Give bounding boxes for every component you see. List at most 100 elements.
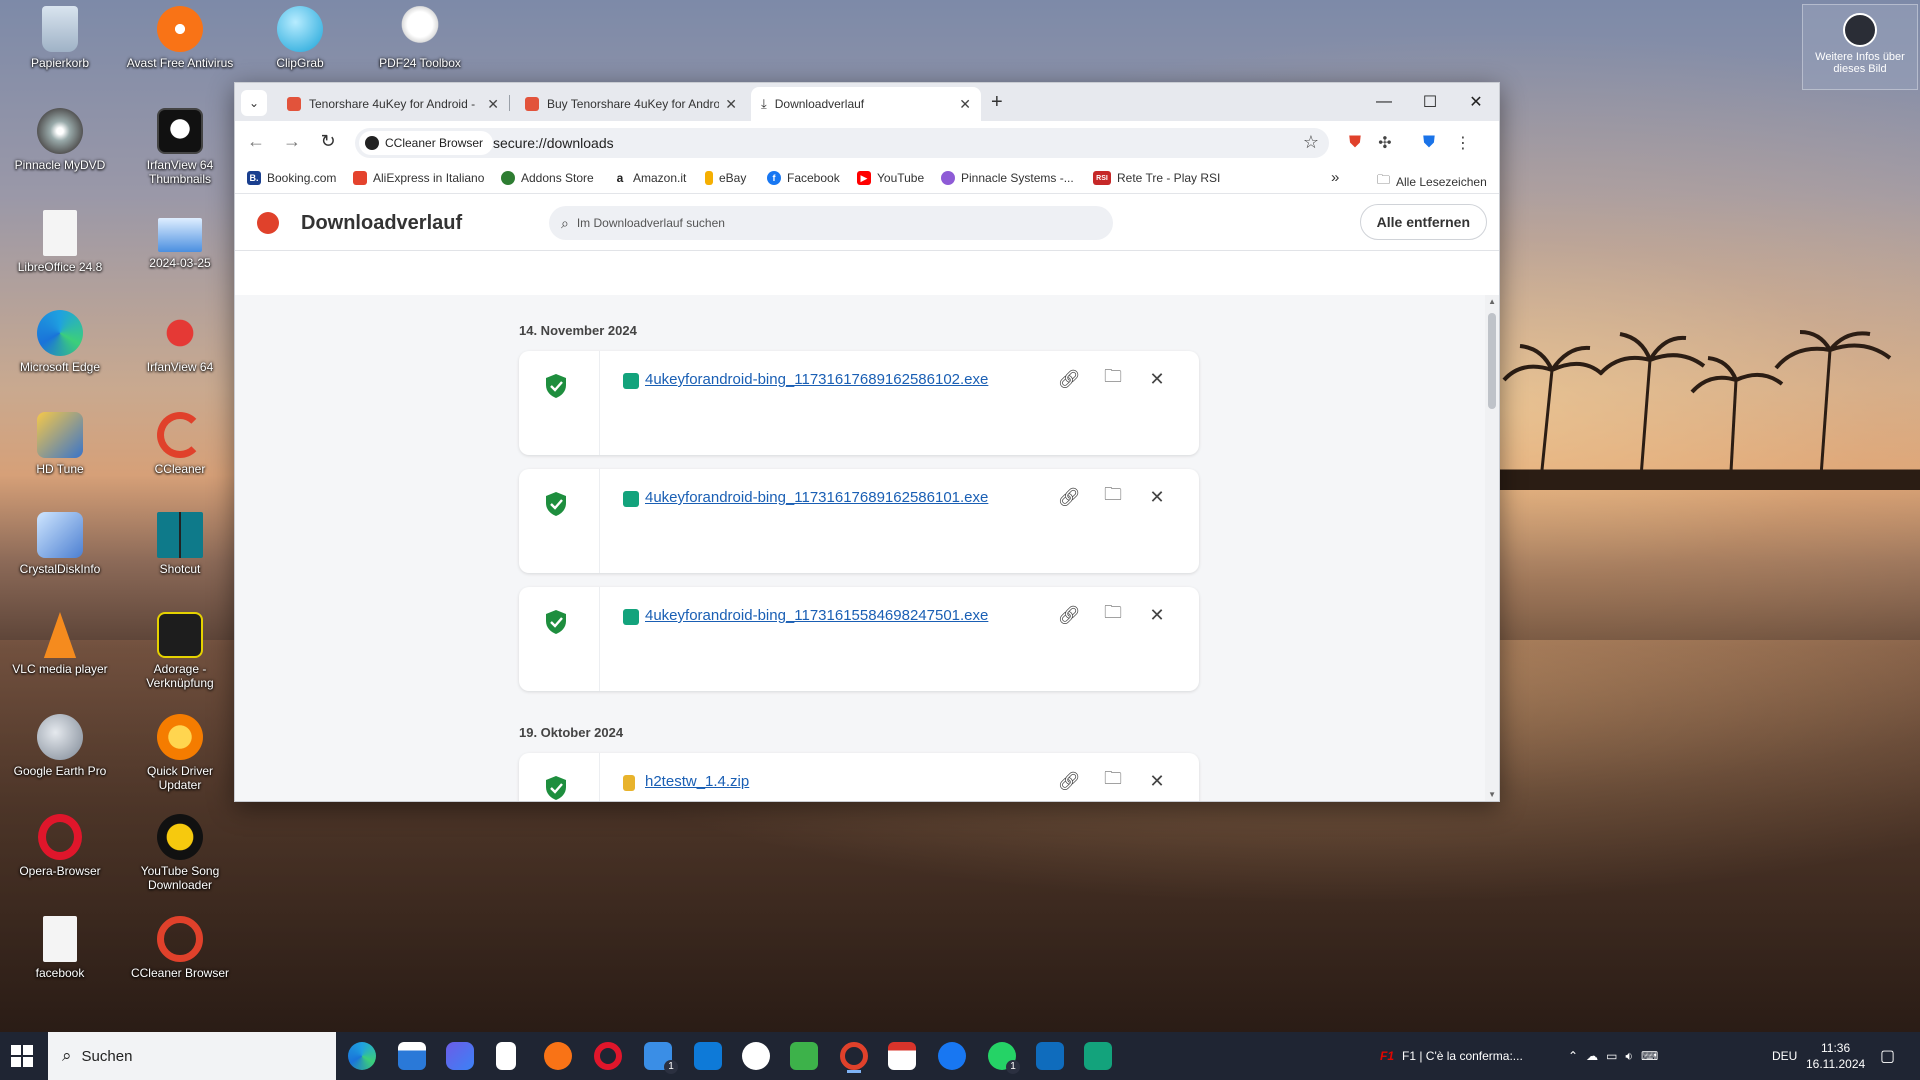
desktop-icon-irfanview[interactable]: IrfanView 64 (124, 310, 236, 374)
back-button[interactable]: ← (243, 131, 269, 152)
taskbar-teamviewer-icon[interactable] (694, 1042, 722, 1070)
url-text[interactable]: secure://downloads (493, 135, 614, 151)
scroll-down-arrow-icon[interactable]: ▼ (1488, 790, 1496, 799)
remove-item-icon[interactable]: ✕ (1145, 485, 1169, 509)
copy-link-icon[interactable]: 🔗︎ (1057, 485, 1081, 509)
clock[interactable]: 11:36 16.11.2024 (1806, 1032, 1865, 1080)
desktop-icon-recycle-bin[interactable]: Papierkorb (4, 6, 116, 70)
address-bar[interactable]: CCleaner Browser secure://downloads ☆ (355, 128, 1329, 158)
download-filename-link[interactable]: h2testw_1.4.zip (645, 773, 749, 790)
bookmark-addons-store[interactable]: Addons Store (501, 171, 594, 185)
taskbar-notepad-icon[interactable] (790, 1042, 818, 1070)
bookmark-pinnacle[interactable]: Pinnacle Systems -... (941, 171, 1074, 185)
copy-link-icon[interactable]: 🔗︎ (1057, 603, 1081, 627)
open-folder-icon[interactable]: 🗀 (1101, 768, 1125, 793)
desktop-icon-shotcut[interactable]: Shotcut (124, 512, 236, 576)
taskbar-edge-icon[interactable] (348, 1042, 376, 1070)
desktop-icon-ccleaner-browser[interactable]: CCleaner Browser (124, 916, 236, 980)
wallpaper-info-badge[interactable]: Weitere Infos über dieses Bild (1802, 4, 1918, 90)
bookmark-facebook[interactable]: f Facebook (767, 171, 840, 185)
downloads-search-input[interactable]: ⌕ Im Downloadverlauf suchen (549, 206, 1113, 240)
desktop-icon-irfanview-thumbnails[interactable]: IrfanView 64 Thumbnails (124, 108, 236, 186)
menu-kebab-icon[interactable]: ⋮ (1453, 133, 1473, 153)
desktop-icon-pinnacle[interactable]: Pinnacle MyDVD (4, 108, 116, 172)
desktop-icon-vlc[interactable]: VLC media player (4, 612, 116, 676)
notification-ticker[interactable]: F1 F1 | C'è la conferma:... (1380, 1032, 1523, 1080)
download-filename-link[interactable]: 4ukeyforandroid-bing_1173161558469824750… (645, 607, 988, 624)
download-filename-link[interactable]: 4ukeyforandroid-bing_1173161768916258610… (645, 489, 988, 506)
taskbar-4ukey-icon[interactable] (1084, 1042, 1112, 1070)
bookmark-aliexpress[interactable]: AliExpress in Italiano (353, 171, 484, 185)
remove-item-icon[interactable]: ✕ (1145, 367, 1169, 391)
action-center-icon[interactable]: ▢ (1880, 1032, 1895, 1080)
close-tab-icon[interactable]: ✕ (959, 96, 971, 113)
reload-button[interactable]: ↻ (315, 131, 341, 152)
adblock-shield-icon[interactable]: ⛊ (1345, 133, 1365, 153)
minimize-button[interactable]: — (1361, 83, 1407, 121)
desktop-icon-google-earth[interactable]: Google Earth Pro (4, 714, 116, 778)
close-window-button[interactable]: ✕ (1453, 83, 1499, 121)
extensions-puzzle-icon[interactable]: ✣ (1375, 133, 1395, 153)
browser-identity-chip[interactable]: CCleaner Browser (359, 131, 494, 155)
desktop-icon-libreoffice[interactable]: LibreOffice 24.8 (4, 210, 116, 274)
remove-item-icon[interactable]: ✕ (1145, 603, 1169, 627)
maximize-button[interactable]: ☐ (1407, 83, 1453, 121)
language-indicator[interactable]: DEU (1772, 1032, 1797, 1080)
vertical-scrollbar[interactable]: ▲ ▼ (1485, 295, 1499, 801)
copy-link-icon[interactable]: 🔗︎ (1057, 367, 1081, 391)
tab-tenorshare-2[interactable]: Buy Tenorshare 4uKey for Andro ✕ (515, 87, 747, 121)
all-bookmarks-button[interactable]: 🗀 Alle Lesezeichen (1377, 171, 1487, 193)
bookmark-rete-tre[interactable]: RSI Rete Tre - Play RSI (1093, 171, 1220, 185)
desktop-icon-youtube-song-downloader[interactable]: YouTube Song Downloader (124, 814, 236, 892)
desktop-icon-adorage[interactable]: Adorage - Verknüpfung (124, 612, 236, 690)
close-tab-icon[interactable]: ✕ (487, 96, 499, 113)
desktop-icon-hdtune[interactable]: HD Tune (4, 412, 116, 476)
remove-item-icon[interactable]: ✕ (1145, 769, 1169, 793)
taskbar-file-icon[interactable] (496, 1042, 516, 1070)
desktop-icon-crystaldiskinfo[interactable]: CrystalDiskInfo (4, 512, 116, 576)
desktop-icon-ccleaner[interactable]: CCleaner (124, 412, 236, 476)
taskbar-copilot-icon[interactable] (446, 1042, 474, 1070)
new-tab-button[interactable]: + (991, 91, 1003, 114)
system-tray-icons[interactable]: ⌃ ☁ ▭ 🔉︎ ⌨ (1568, 1032, 1666, 1080)
bookmarks-overflow-button[interactable]: » (1331, 169, 1339, 186)
download-item: 4ukeyforandroid-bing_1173161768916258610… (519, 469, 1199, 573)
taskbar-opera-icon[interactable] (594, 1042, 622, 1070)
taskbar-avast-icon[interactable] (544, 1042, 572, 1070)
open-folder-icon[interactable]: 🗀 (1101, 602, 1125, 627)
security-shield-icon[interactable]: ⛊ (1419, 133, 1439, 153)
forward-button[interactable]: → (279, 131, 305, 152)
desktop-icon-opera[interactable]: Opera-Browser (4, 814, 116, 878)
taskbar-search-app-icon[interactable] (742, 1042, 770, 1070)
taskbar-outlook-icon[interactable] (1036, 1042, 1064, 1070)
tab-search-button[interactable]: ⌄ (241, 90, 267, 116)
open-folder-icon[interactable]: 🗀 (1101, 484, 1125, 509)
taskbar-facebook-icon[interactable] (938, 1042, 966, 1070)
bookmark-amazon[interactable]: a Amazon.it (613, 171, 687, 185)
tab-downloads[interactable]: ⤓ Downloadverlauf ✕ (751, 87, 981, 121)
taskbar-store-icon[interactable] (398, 1042, 426, 1070)
bookmark-star-icon[interactable]: ☆ (1303, 132, 1319, 153)
desktop-icon-clipgrab[interactable]: ClipGrab (244, 6, 356, 70)
remove-all-button[interactable]: Alle entfernen (1359, 204, 1487, 240)
open-folder-icon[interactable]: 🗀 (1101, 366, 1125, 391)
bookmark-booking[interactable]: B. Booking.com (247, 171, 336, 185)
desktop-icon-pdf24[interactable]: PDF24 Toolbox (364, 6, 476, 70)
scroll-up-arrow-icon[interactable]: ▲ (1488, 297, 1496, 306)
scrollbar-thumb[interactable] (1488, 313, 1496, 409)
desktop-icon-quick-driver-updater[interactable]: Quick Driver Updater (124, 714, 236, 792)
copy-link-icon[interactable]: 🔗︎ (1057, 769, 1081, 793)
desktop-icon-folder-2024[interactable]: 2024-03-25 (124, 210, 236, 270)
tab-tenorshare-1[interactable]: Tenorshare 4uKey for Android - ✕ (277, 87, 509, 121)
windows-start-icon[interactable] (10, 1044, 34, 1068)
desktop-icon-avast[interactable]: Avast Free Antivirus (124, 6, 236, 70)
bookmark-youtube[interactable]: ▶ YouTube (857, 171, 924, 185)
taskbar-ccleaner-browser-icon[interactable] (840, 1042, 868, 1073)
desktop-icon-facebook[interactable]: facebook (4, 916, 116, 980)
bookmark-ebay[interactable]: eBay (705, 171, 746, 185)
download-filename-link[interactable]: 4ukeyforandroid-bing_1173161768916258610… (645, 371, 988, 388)
taskbar-search-box[interactable]: ⌕ Suchen (48, 1032, 336, 1080)
taskbar-calendar-icon[interactable] (888, 1042, 916, 1070)
desktop-icon-edge[interactable]: Microsoft Edge (4, 310, 116, 374)
close-tab-icon[interactable]: ✕ (725, 96, 737, 113)
